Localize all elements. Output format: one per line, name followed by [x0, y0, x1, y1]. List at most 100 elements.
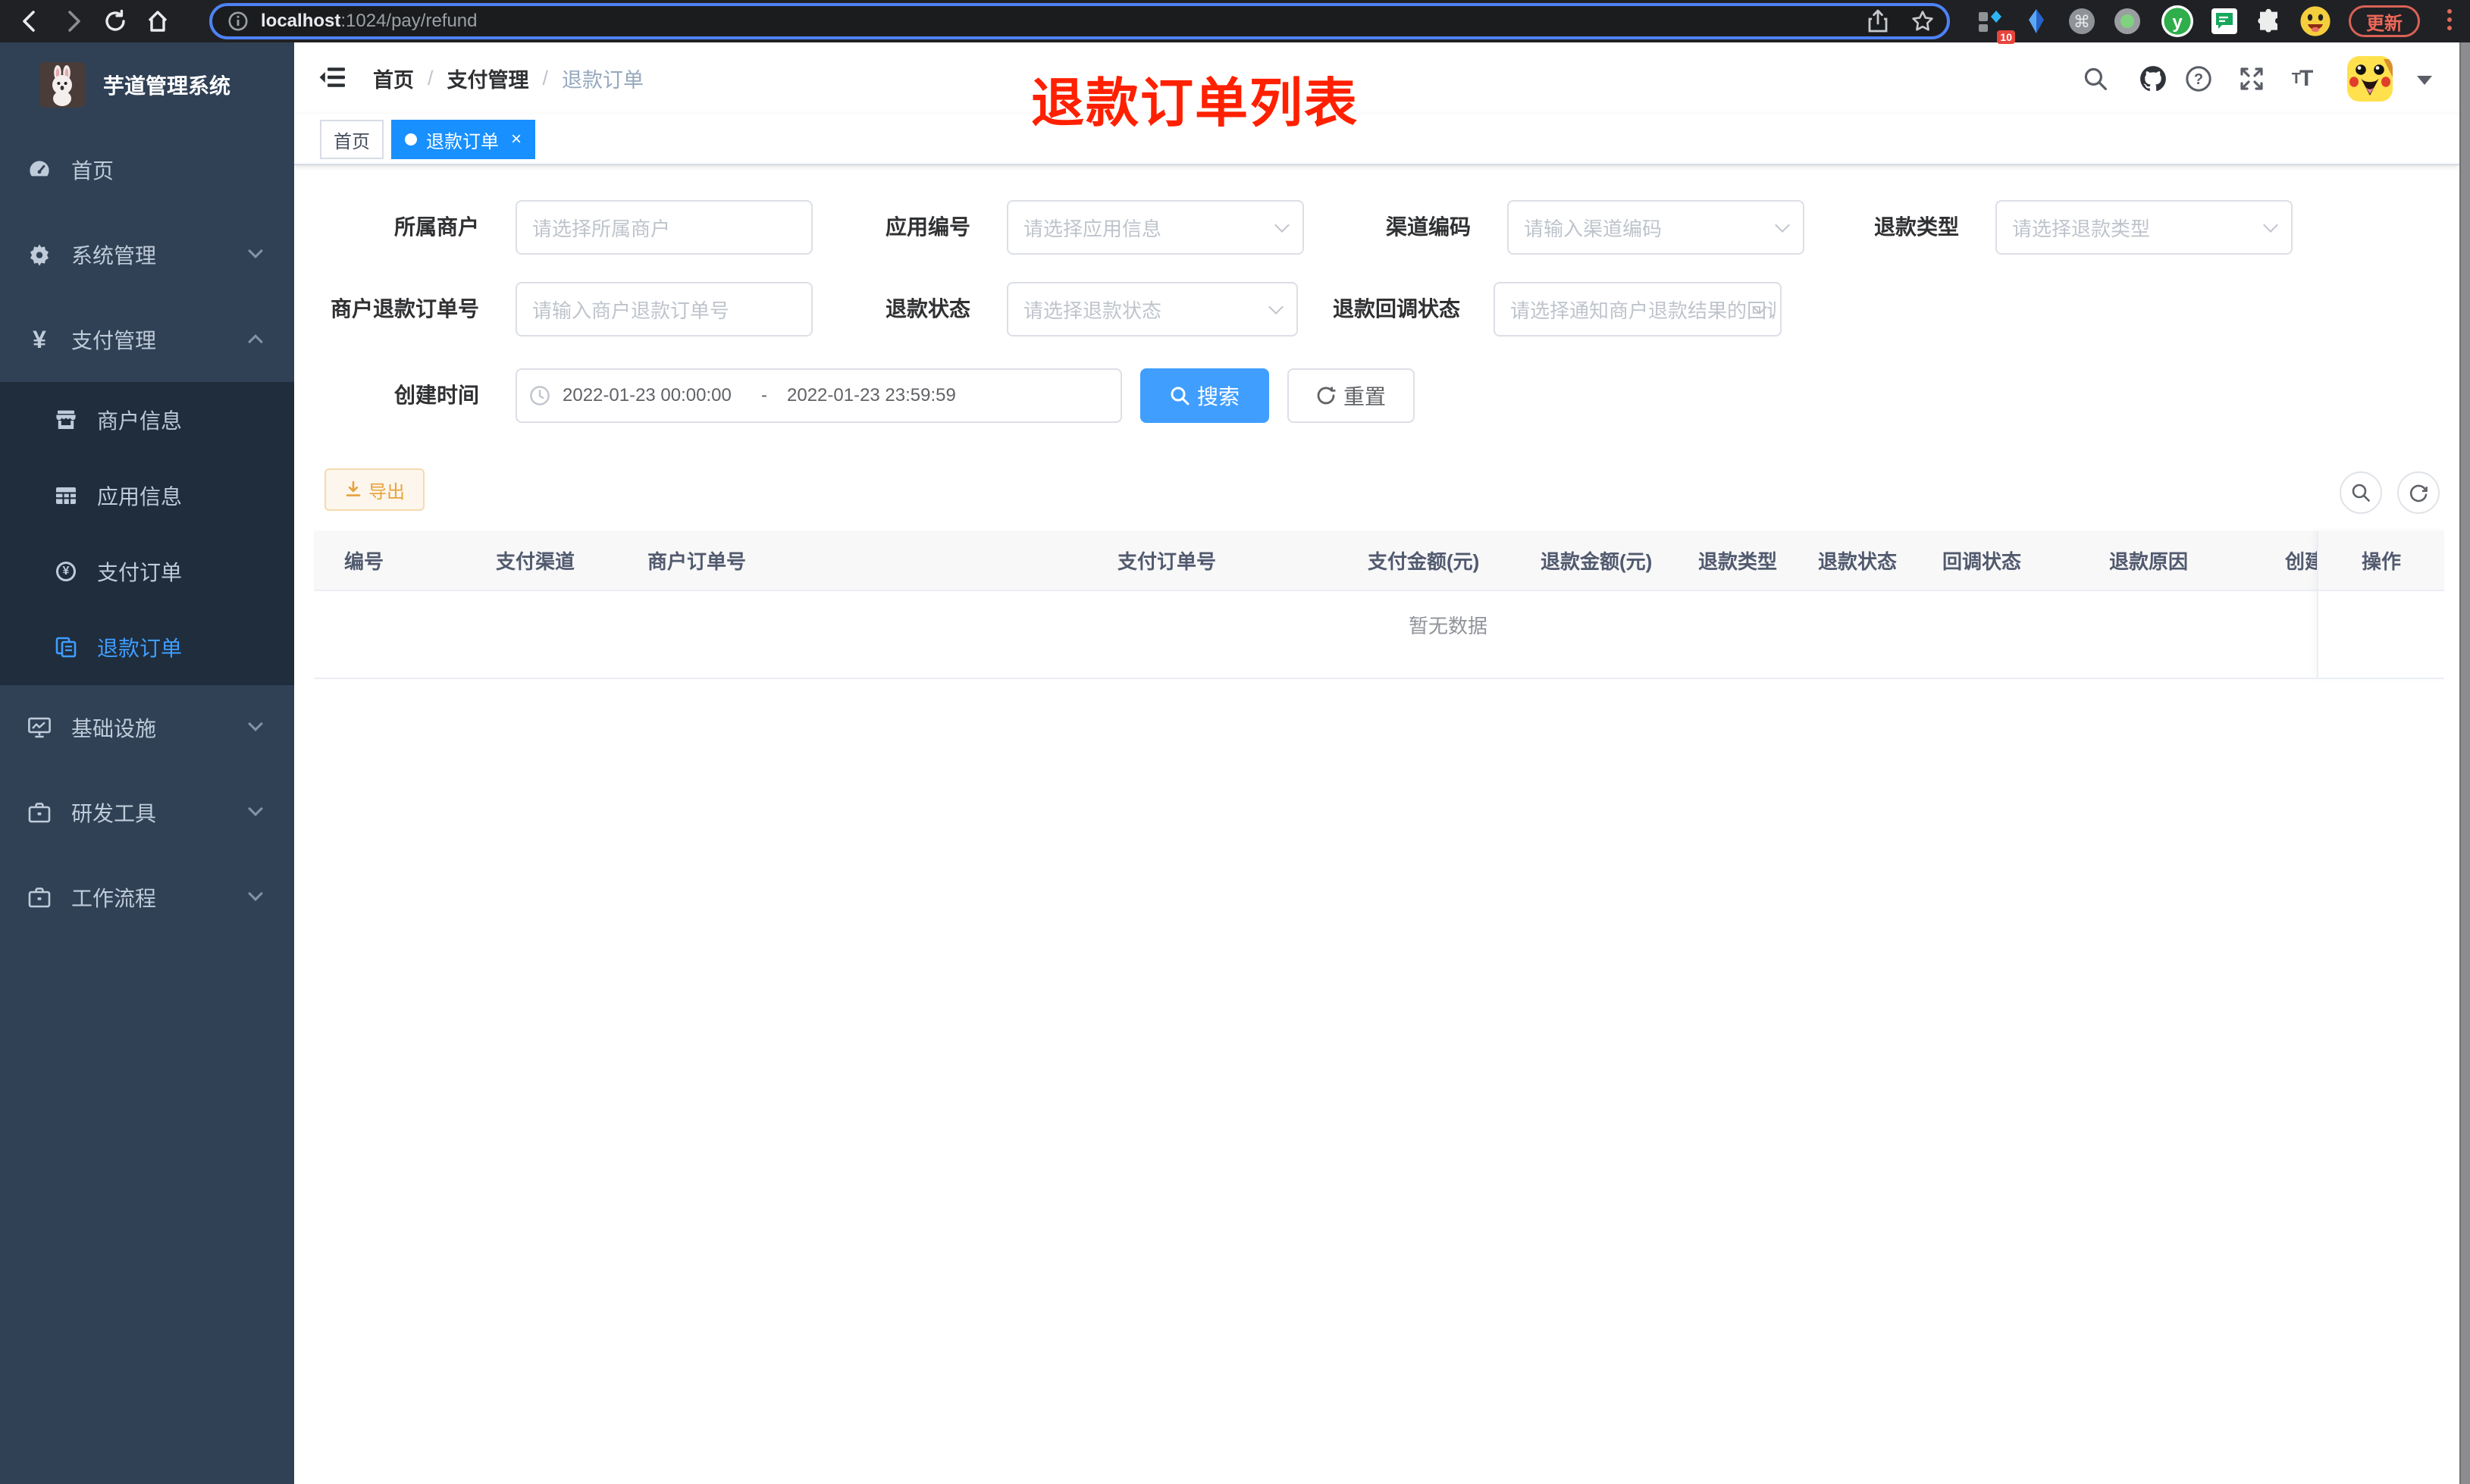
help-icon[interactable]: ? — [2185, 65, 2212, 92]
extension-y-icon[interactable]: y — [2159, 3, 2196, 39]
sidebar-item-infra[interactable]: 基础设施 — [0, 685, 294, 770]
filter-notify-status-label: 退款回调状态 — [1332, 297, 1460, 321]
tag-label: 退款订单 — [426, 131, 499, 152]
main-area: 首页 / 支付管理 / 退款订单 ? TT 首页 退款订单 × — [294, 42, 2459, 1484]
filter-channel-select[interactable]: 请输入渠道编码 — [1507, 200, 1804, 255]
sidebar-item-app-info[interactable]: 应用信息 — [0, 458, 294, 534]
filter-app-label: 应用编号 — [885, 215, 970, 239]
filter-merchant-refund-no-input[interactable]: 请输入商户退款订单号 — [516, 282, 813, 337]
placeholder-text: 请选择退款状态 — [1023, 299, 1162, 322]
chevron-down-icon — [248, 243, 263, 258]
date-start-value[interactable]: 2022-01-23 00:00:00 — [563, 385, 741, 406]
app-title: 芋道管理系统 — [103, 74, 231, 98]
extension-emoji-icon[interactable] — [2297, 3, 2334, 39]
table-empty-text: 暂无数据 — [1408, 615, 1487, 637]
monitor-chart-icon — [27, 715, 52, 740]
back-icon[interactable] — [15, 6, 45, 36]
tag-home[interactable]: 首页 — [320, 120, 384, 159]
extension-grid-diamond-icon[interactable]: 10 — [1973, 3, 2015, 44]
tag-refund-order[interactable]: 退款订单 × — [391, 120, 536, 159]
reset-button[interactable]: 重置 — [1287, 368, 1415, 423]
reset-button-label: 重置 — [1343, 385, 1386, 409]
clock-icon — [529, 385, 550, 406]
search-button[interactable]: 搜索 — [1140, 368, 1269, 423]
export-button[interactable]: 导出 — [324, 468, 425, 511]
browser-update-button[interactable]: 更新 — [2349, 5, 2420, 37]
browser-toolbar: localhost:1024/pay/refund 10 ⌘ y 更新 — [0, 0, 2470, 44]
filter-merchant-refund-no-label: 商户退款订单号 — [330, 297, 479, 321]
column-header: 退款类型 — [1698, 549, 1778, 573]
page-title-annotation: 退款订单列表 — [1031, 74, 1359, 133]
url-bar[interactable]: localhost:1024/pay/refund — [209, 3, 1950, 39]
filter-type-select[interactable]: 请选择退款类型 — [1995, 200, 2293, 255]
search-icon — [2352, 484, 2370, 502]
extension-kite-icon[interactable] — [2018, 3, 2055, 39]
search-icon[interactable] — [2082, 65, 2109, 92]
date-end-value[interactable]: 2022-01-23 23:59:59 — [787, 385, 966, 406]
close-icon[interactable]: × — [511, 130, 522, 149]
sidebar-item-home[interactable]: 首页 — [0, 127, 294, 212]
refresh-table-button[interactable] — [2397, 471, 2440, 514]
create-time-range-picker[interactable]: 2022-01-23 00:00:00 - 2022-01-23 23:59:5… — [516, 368, 1122, 423]
sidebar-item-refund-order[interactable]: 退款订单 — [0, 609, 294, 685]
table-grid-icon — [55, 484, 77, 507]
placeholder-text: 请选择所属商户 — [532, 217, 671, 240]
home-icon[interactable] — [143, 6, 173, 36]
sidebar-item-pay[interactable]: ¥ 支付管理 — [0, 297, 294, 382]
chevron-down-icon — [248, 716, 263, 731]
github-icon[interactable] — [2139, 65, 2167, 92]
breadcrumb-home[interactable]: 首页 — [373, 64, 414, 93]
sidebar-fold-icon[interactable] — [318, 64, 346, 91]
sidebar-item-pay-order[interactable]: ¥ 支付订单 — [0, 534, 294, 609]
filter-merchant-input[interactable]: 请选择所属商户 — [516, 200, 813, 255]
page-scrollbar[interactable] — [2459, 42, 2470, 1484]
gear-icon — [27, 243, 52, 267]
filter-notify-status-select[interactable]: 请选择通知商户退款结果的回调状态 — [1494, 282, 1782, 337]
sidebar-item-dev-tools[interactable]: 研发工具 — [0, 770, 294, 855]
svg-text:⌘: ⌘ — [2073, 12, 2090, 31]
filter-create-time-label: 创建时间 — [393, 384, 479, 407]
forward-icon[interactable] — [58, 6, 88, 36]
extension-record-icon[interactable] — [2109, 3, 2146, 39]
extension-command-icon[interactable]: ⌘ — [2064, 3, 2100, 39]
filter-status-select[interactable]: 请选择退款状态 — [1007, 282, 1298, 337]
user-avatar[interactable] — [2347, 56, 2393, 102]
sidebar-logo[interactable]: 芋道管理系统 — [0, 42, 294, 127]
top-navbar: 首页 / 支付管理 / 退款订单 ? TT — [294, 42, 2459, 114]
sidebar-item-label: 研发工具 — [71, 802, 157, 825]
browser-menu-icon[interactable] — [2447, 9, 2453, 30]
table-fixed-action-column: 操作 — [2317, 531, 2444, 679]
url-path: :1024/pay/refund — [340, 11, 478, 31]
column-header: 支付订单号 — [1117, 549, 1217, 573]
sidebar-menu: 首页 系统管理 ¥ 支付管理 商户信息 应用信息 ¥ 支付订单 退款订单 基础设… — [0, 127, 294, 940]
filter-app-select[interactable]: 请选择应用信息 — [1007, 200, 1304, 255]
tags-view-bar: 首页 退款订单 × — [294, 114, 2459, 165]
extensions-puzzle-icon[interactable] — [2252, 3, 2288, 39]
date-range-separator: - — [761, 385, 767, 405]
search-button-label: 搜索 — [1196, 385, 1240, 409]
chevron-down-icon — [248, 886, 263, 901]
placeholder-text: 请选择退款类型 — [2012, 217, 2151, 240]
chevron-down-icon — [1775, 218, 1790, 233]
caret-down-icon[interactable] — [2417, 76, 2432, 85]
svg-text:y: y — [2172, 12, 2183, 33]
extension-chat-icon[interactable] — [2206, 3, 2243, 39]
table-header-row: 编号 支付渠道 商户订单号 支付订单号 支付金额(元) 退款金额(元) 退款类型… — [314, 531, 2444, 591]
bookmark-star-icon[interactable] — [1910, 9, 1935, 33]
breadcrumb-pay[interactable]: 支付管理 — [447, 64, 529, 93]
sidebar-item-workflow[interactable]: 工作流程 — [0, 855, 294, 940]
font-size-icon[interactable]: TT — [2288, 65, 2315, 92]
sidebar-item-system[interactable]: 系统管理 — [0, 212, 294, 297]
share-icon[interactable] — [1867, 9, 1889, 33]
column-header: 商户订单号 — [647, 549, 747, 573]
fullscreen-icon[interactable] — [2238, 65, 2265, 92]
column-header: 退款金额(元) — [1541, 549, 1653, 573]
show-search-toggle-button[interactable] — [2340, 471, 2382, 514]
reload-icon[interactable] — [100, 6, 130, 36]
logo-rabbit-image — [39, 62, 85, 108]
filter-merchant-label: 所属商户 — [393, 215, 479, 239]
site-info-icon[interactable] — [227, 11, 249, 32]
filter-type-label: 退款类型 — [1873, 215, 1959, 239]
column-header: 退款原因 — [2109, 549, 2189, 573]
sidebar-item-merchant-info[interactable]: 商户信息 — [0, 382, 294, 458]
